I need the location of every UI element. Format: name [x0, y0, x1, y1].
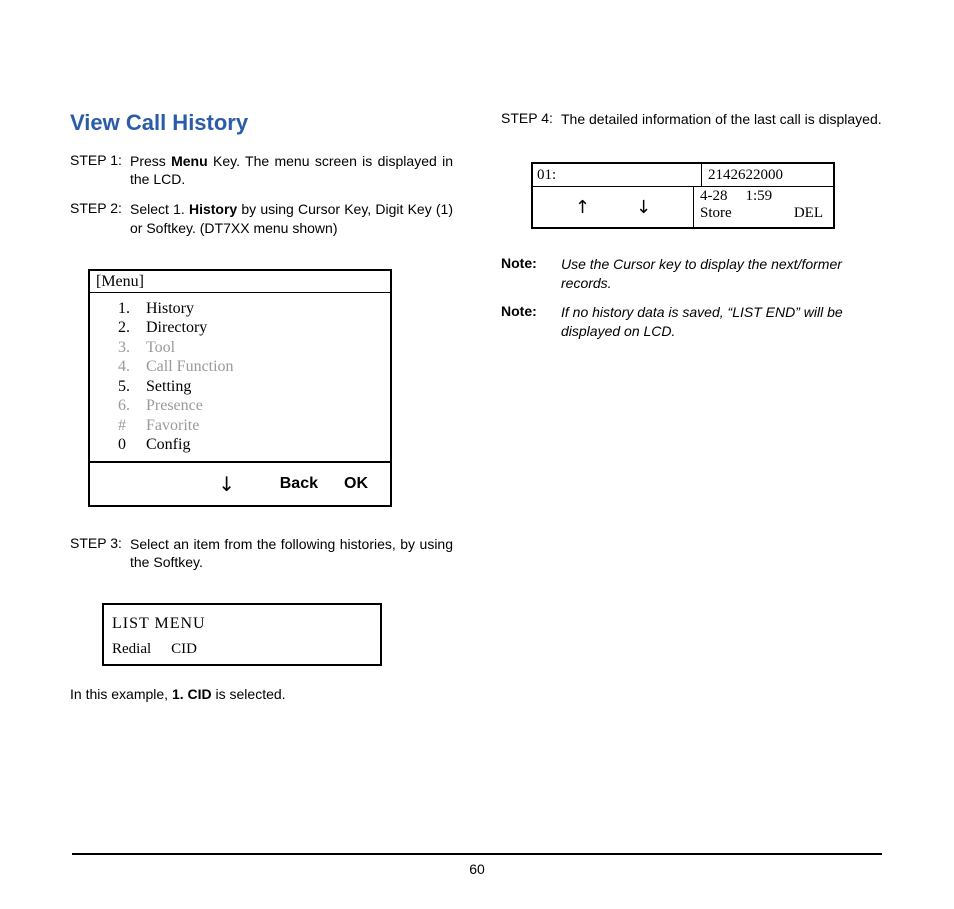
arrow-up-icon: ↑: [575, 197, 590, 218]
step-label: STEP 1:: [70, 152, 130, 188]
step-body: Press Menu Key. The menu screen is displ…: [130, 152, 453, 188]
idx: 1.: [118, 299, 146, 319]
step-body: Select an item from the following histor…: [130, 535, 453, 571]
step-1: STEP 1: Press Menu Key. The menu screen …: [70, 152, 453, 188]
note-body: If no history data is saved, “LIST END” …: [561, 303, 884, 341]
page-number: 60: [0, 861, 954, 877]
detail-time: 1:59: [746, 188, 773, 205]
text: Press: [130, 153, 171, 169]
option-cid: CID: [171, 641, 197, 658]
softkey-del: DEL: [794, 205, 823, 222]
note-label: Note:: [501, 255, 561, 293]
txt: Favorite: [146, 416, 390, 436]
keyword: Menu: [171, 153, 208, 169]
menu-item-config: 0Config: [118, 435, 390, 455]
step-label: STEP 2:: [70, 200, 130, 236]
detail-datetime: 4-28 1:59: [700, 188, 827, 205]
softkey-store: Store: [700, 205, 732, 222]
detail-row-bottom: ↑ ↓ 4-28 1:59 Store DEL: [533, 187, 833, 227]
text: is selected.: [212, 686, 286, 702]
menu-title: [Menu]: [90, 271, 390, 293]
idx: 5.: [118, 377, 146, 397]
txt: History: [146, 299, 390, 319]
idx: 4.: [118, 357, 146, 377]
softkey-ok: OK: [344, 475, 368, 493]
menu-box: [Menu] 1.History 2.Directory 3.Tool 4.Ca…: [88, 269, 392, 507]
step-body: Select 1. History by using Cursor Key, D…: [130, 200, 453, 236]
footer-rule: [72, 853, 882, 855]
step-2: STEP 2: Select 1. History by using Curso…: [70, 200, 453, 236]
menu-item-directory: 2.Directory: [118, 318, 390, 338]
softkey-back: Back: [280, 475, 318, 493]
arrow-down-icon: ↓: [218, 472, 235, 496]
menu-item-presence: 6.Presence: [118, 396, 390, 416]
menu-item-call-function: 4.Call Function: [118, 357, 390, 377]
idx: 6.: [118, 396, 146, 416]
txt: Directory: [146, 318, 390, 338]
arrow-group: ↑ ↓: [533, 187, 694, 227]
keyword: History: [189, 201, 237, 217]
menu-item-favorite: #Favorite: [118, 416, 390, 436]
text: Select 1.: [130, 201, 189, 217]
keyword: 1. CID: [172, 686, 212, 702]
note-body: Use the Cursor key to display the next/f…: [561, 255, 884, 293]
menu-softkeys: ↓ Back OK: [90, 461, 390, 505]
step-label: STEP 4:: [501, 110, 561, 128]
menu-item-history: 1.History: [118, 299, 390, 319]
record-number: 2142622000: [702, 164, 833, 186]
detail-date: 4-28: [700, 188, 728, 205]
step-label: STEP 3:: [70, 535, 130, 571]
idx: 0: [118, 435, 146, 455]
txt: Call Function: [146, 357, 390, 377]
menu-item-tool: 3.Tool: [118, 338, 390, 358]
example-text: In this example, 1. CID is selected.: [70, 686, 453, 702]
txt: Presence: [146, 396, 390, 416]
note-2: Note: If no history data is saved, “LIST…: [501, 303, 884, 341]
right-column: STEP 4: The detailed information of the …: [501, 110, 884, 702]
list-menu-options: Redial CID: [104, 637, 380, 664]
list-menu-title: LIST MENU: [104, 605, 380, 637]
step-3: STEP 3: Select an item from the followin…: [70, 535, 453, 571]
step-body: The detailed information of the last cal…: [561, 110, 884, 128]
step-4: STEP 4: The detailed information of the …: [501, 110, 884, 128]
page: View Call History STEP 1: Press Menu Key…: [0, 0, 954, 909]
option-redial: Redial: [112, 641, 151, 658]
idx: 2.: [118, 318, 146, 338]
text: In this example,: [70, 686, 172, 702]
menu-item-setting: 5.Setting: [118, 377, 390, 397]
detail-softkeys: Store DEL: [700, 205, 827, 222]
record-index: 01:: [533, 164, 702, 186]
idx: #: [118, 416, 146, 436]
note-label: Note:: [501, 303, 561, 341]
txt: Config: [146, 435, 390, 455]
detail-row-top: 01: 2142622000: [533, 164, 833, 187]
txt: Setting: [146, 377, 390, 397]
list-menu-box: LIST MENU Redial CID: [102, 603, 382, 666]
detail-info: 4-28 1:59 Store DEL: [694, 187, 833, 227]
call-detail-box: 01: 2142622000 ↑ ↓ 4-28 1:59 Store: [531, 162, 835, 229]
idx: 3.: [118, 338, 146, 358]
note-1: Note: Use the Cursor key to display the …: [501, 255, 884, 293]
arrow-down-icon: ↓: [636, 197, 651, 218]
txt: Tool: [146, 338, 390, 358]
left-column: View Call History STEP 1: Press Menu Key…: [70, 110, 453, 702]
section-heading: View Call History: [70, 110, 453, 136]
menu-list: 1.History 2.Directory 3.Tool 4.Call Func…: [90, 293, 390, 461]
